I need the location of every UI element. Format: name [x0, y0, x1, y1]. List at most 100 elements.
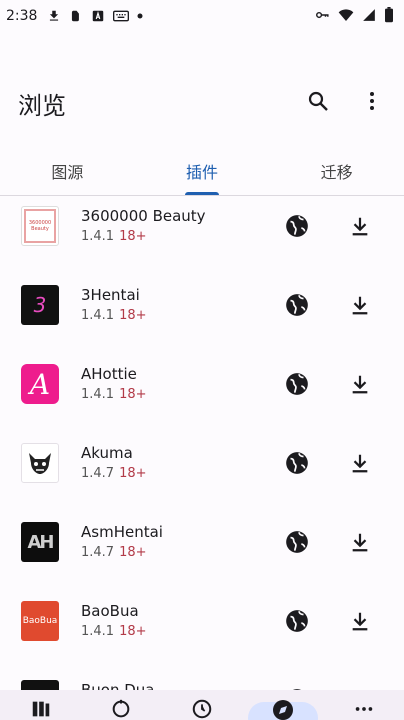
library-icon — [32, 701, 50, 717]
globe-icon — [286, 373, 308, 395]
globe-icon — [286, 531, 308, 553]
thumbnail-text: Beauty — [31, 226, 49, 232]
extension-meta: 1.4.1 18+ — [81, 624, 147, 639]
open-website-button[interactable] — [283, 449, 311, 477]
thumbnail-text: 3 — [33, 293, 47, 317]
extension-version: 1.4.7 — [81, 466, 115, 481]
demon-mask-icon — [29, 453, 51, 474]
extension-meta: 1.4.1 18+ — [81, 387, 147, 402]
extension-meta: 1.4.1 18+ — [81, 308, 147, 323]
search-icon — [308, 91, 328, 111]
nsfw-badge: 18+ — [119, 466, 147, 481]
extension-list: 3600000 Beauty 3600000 Beauty 1.4.1 18+ 3… — [0, 197, 404, 690]
install-button[interactable] — [346, 212, 374, 240]
download-icon — [352, 217, 368, 236]
open-website-button[interactable] — [283, 370, 311, 398]
nsfw-badge: 18+ — [119, 545, 147, 560]
thumbnail-text: BaoBua — [22, 616, 58, 626]
bottom-navigation — [0, 690, 404, 720]
globe-icon — [286, 294, 308, 316]
status-bar: 2:38 — [0, 0, 404, 32]
list-item[interactable]: A AHottie 1.4.1 18+ — [0, 355, 404, 433]
extension-version: 1.4.1 — [81, 387, 115, 402]
extension-thumbnail — [21, 443, 59, 483]
globe-icon — [286, 610, 308, 632]
open-website-button[interactable] — [283, 291, 311, 319]
nsfw-badge: 18+ — [119, 387, 147, 402]
extension-version: 1.4.7 — [81, 545, 115, 560]
list-item[interactable]: 3 3Hentai 1.4.1 18+ — [0, 276, 404, 354]
extension-name: BaoBua — [81, 602, 139, 620]
install-button[interactable] — [346, 528, 374, 556]
nav-library[interactable] — [21, 698, 61, 720]
nsfw-badge: 18+ — [119, 308, 147, 323]
extension-name: AHottie — [81, 365, 137, 383]
extension-thumbnail: 3600000 Beauty — [21, 206, 59, 246]
globe-icon — [286, 452, 308, 474]
tab-bar: 图源 插件 迁移 — [0, 146, 404, 196]
extension-name: 3Hentai — [81, 286, 140, 304]
tab-migrate[interactable]: 迁移 — [269, 146, 404, 195]
list-item[interactable]: AH AsmHentai 1.4.7 18+ — [0, 513, 404, 591]
tab-sources[interactable]: 图源 — [0, 146, 135, 195]
thumbnail-text: AH — [27, 531, 55, 553]
open-website-button[interactable] — [283, 607, 311, 635]
history-icon — [192, 699, 212, 719]
install-button[interactable] — [346, 607, 374, 635]
nav-browse[interactable] — [263, 698, 303, 720]
list-item[interactable]: BaoBua BaoBua 1.4.1 18+ — [0, 592, 404, 670]
open-website-button[interactable] — [283, 212, 311, 240]
extension-version: 1.4.1 — [81, 229, 115, 244]
keyboard-status-icon — [113, 9, 130, 23]
extension-thumbnail: AH — [21, 522, 59, 562]
install-button[interactable] — [346, 370, 374, 398]
nav-more[interactable] — [344, 698, 384, 720]
list-item[interactable]: Buon Dua — [0, 671, 404, 690]
more-horiz-icon — [355, 707, 373, 711]
extension-name: Akuma — [81, 444, 133, 462]
translate-status-icon — [91, 9, 105, 23]
extension-version: 1.4.1 — [81, 308, 115, 323]
app-bar: 浏览 — [0, 32, 404, 120]
tab-label: 迁移 — [320, 162, 353, 182]
signal-icon — [362, 8, 376, 22]
tab-extensions[interactable]: 插件 — [135, 146, 270, 195]
extension-meta: 1.4.7 18+ — [81, 545, 147, 560]
extension-meta: 1.4.7 18+ — [81, 466, 147, 481]
vpn-key-icon — [314, 8, 330, 22]
tab-indicator — [185, 192, 219, 195]
extension-thumbnail: A — [21, 364, 59, 404]
nsfw-badge: 18+ — [119, 229, 147, 244]
more-options-button[interactable] — [358, 87, 386, 115]
battery-icon — [384, 7, 394, 23]
compass-icon — [273, 700, 293, 720]
nav-updates[interactable] — [101, 698, 141, 720]
download-icon — [352, 454, 368, 473]
extension-thumbnail — [21, 680, 59, 690]
install-button[interactable] — [346, 449, 374, 477]
extension-thumbnail: BaoBua — [21, 601, 59, 641]
open-website-button[interactable] — [283, 528, 311, 556]
download-icon — [352, 612, 368, 631]
status-time: 2:38 — [6, 8, 38, 24]
tab-label: 图源 — [51, 162, 84, 182]
extension-name: 3600000 Beauty — [81, 207, 206, 225]
dot-status-icon — [137, 13, 143, 19]
tab-label: 插件 — [186, 162, 219, 182]
extension-version: 1.4.1 — [81, 624, 115, 639]
extension-name: Buon Dua — [81, 681, 155, 690]
nsfw-badge: 18+ — [119, 624, 147, 639]
search-button[interactable] — [304, 87, 332, 115]
page-title: 浏览 — [18, 92, 66, 120]
download-icon — [352, 533, 368, 552]
download-icon — [352, 296, 368, 315]
wifi-icon — [338, 8, 354, 22]
list-item[interactable]: 3600000 Beauty 3600000 Beauty 1.4.1 18+ — [0, 197, 404, 275]
more-vert-icon — [370, 92, 374, 110]
list-item[interactable]: Akuma 1.4.7 18+ — [0, 434, 404, 512]
extension-meta: 1.4.1 18+ — [81, 229, 147, 244]
updates-icon — [112, 699, 130, 718]
install-button[interactable] — [346, 291, 374, 319]
nav-history[interactable] — [182, 698, 222, 720]
extension-name: AsmHentai — [81, 523, 163, 541]
